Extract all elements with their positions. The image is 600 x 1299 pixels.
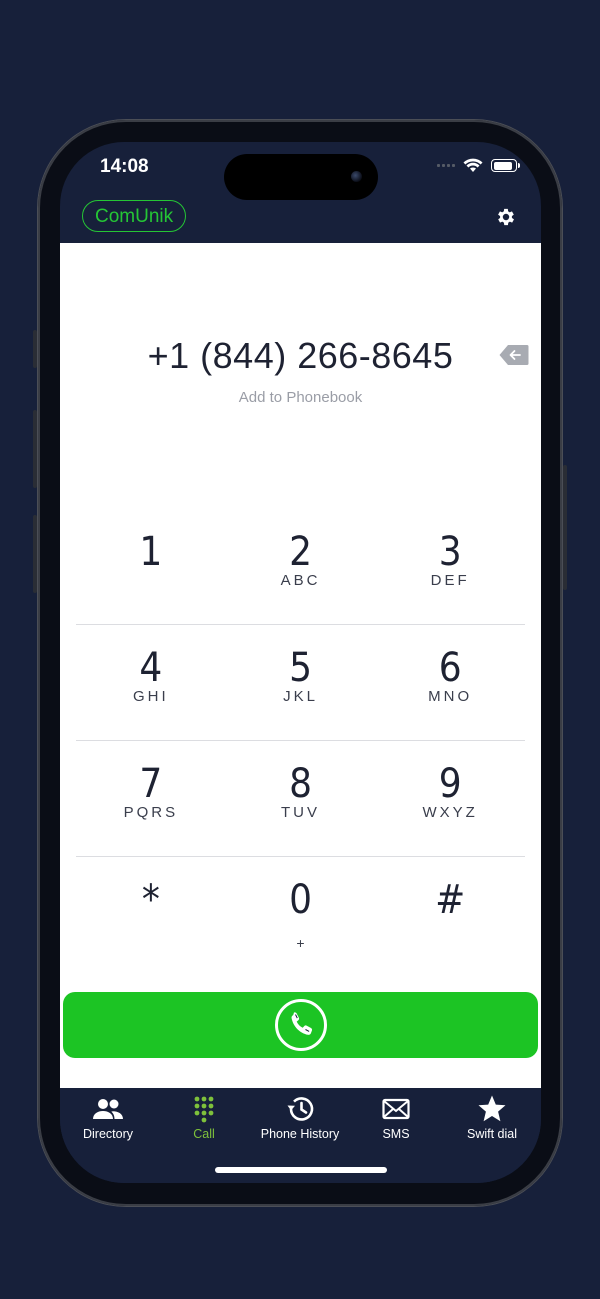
tab-label: Phone History: [260, 1127, 340, 1141]
key-8[interactable]: 8 TUV: [226, 741, 376, 856]
key-letters: WXYZ: [422, 804, 478, 821]
battery-icon: [491, 159, 520, 172]
key-9[interactable]: 9 WXYZ: [375, 741, 525, 856]
backspace-icon[interactable]: [499, 344, 529, 366]
key-letters: PQRS: [123, 804, 179, 821]
dynamic-island: [224, 154, 378, 200]
key-letters: TUV: [281, 804, 320, 821]
status-indicators: [437, 158, 520, 173]
key-digit: 9: [438, 761, 462, 807]
phone-icon: [275, 999, 327, 1051]
call-button[interactable]: [63, 992, 538, 1058]
power-button: [563, 465, 567, 590]
key-letters: DEF: [430, 572, 470, 589]
key-digit: #: [435, 877, 466, 923]
key-3[interactable]: 3 DEF: [375, 509, 525, 624]
star-icon: [478, 1095, 506, 1122]
tab-label: Swift dial: [466, 1127, 518, 1141]
brand-logo: ComUnik: [82, 200, 187, 232]
key-letters: GHI: [133, 688, 169, 705]
keypad-row: * 0 + #: [76, 857, 525, 972]
key-digit: 0: [289, 877, 312, 923]
key-digit: 4: [139, 645, 163, 691]
tab-call[interactable]: Call: [156, 1094, 252, 1141]
key-4[interactable]: 4 GHI: [76, 625, 226, 740]
tab-directory[interactable]: Directory: [60, 1094, 156, 1141]
add-to-phonebook-link[interactable]: Add to Phonebook: [60, 389, 541, 406]
volume-down-button: [33, 515, 37, 593]
volume-up-button: [33, 410, 37, 488]
tab-sms[interactable]: SMS: [348, 1094, 444, 1141]
screen: 14:08 ComUnik +1 (844) 266-8645 Add to P…: [60, 142, 541, 1183]
key-digit: 3: [438, 529, 462, 575]
keypad-icon: [194, 1096, 214, 1123]
key-6[interactable]: 6 MNO: [375, 625, 525, 740]
key-7[interactable]: 7 PQRS: [76, 741, 226, 856]
history-icon: [287, 1097, 314, 1121]
key-digit: 6: [438, 645, 462, 691]
tab-label: SMS: [382, 1127, 410, 1141]
key-letters: MNO: [428, 688, 473, 705]
key-letters: +: [296, 935, 305, 951]
camera-icon: [351, 171, 362, 182]
key-digit: *: [141, 877, 160, 923]
dialer-panel: +1 (844) 266-8645 Add to Phonebook 1 2 AB…: [60, 243, 541, 1088]
key-digit: 5: [289, 645, 312, 691]
status-time: 14:08: [100, 156, 149, 177]
key-5[interactable]: 5 JKL: [226, 625, 376, 740]
cellular-signal-icon: [437, 164, 455, 167]
keypad: 1 2 ABC 3 DEF 4 GHI 5 JKL 6 MNO 7 PQRS 8 TUV 9W…: [76, 509, 525, 972]
tab-swift-dial[interactable]: Swift dial: [444, 1094, 540, 1141]
keypad-row: 7 PQRS 8 TUV 9 WXYZ: [76, 741, 525, 857]
key-digit: 1: [139, 529, 163, 575]
key-star[interactable]: *: [76, 857, 226, 972]
key-digit: 7: [139, 761, 163, 807]
keypad-row: 4 GHI 5 JKL 6 MNO: [76, 625, 525, 741]
key-2[interactable]: 2 ABC: [226, 509, 376, 624]
wifi-icon: [463, 158, 483, 172]
silent-switch: [33, 330, 37, 368]
home-indicator[interactable]: [215, 1167, 387, 1173]
key-0[interactable]: 0 +: [226, 857, 376, 972]
key-letters: ABC: [280, 572, 321, 589]
people-icon: [93, 1099, 123, 1119]
key-1[interactable]: 1: [76, 509, 226, 624]
key-hash[interactable]: #: [375, 857, 525, 972]
tab-phone-history[interactable]: Phone History: [252, 1094, 348, 1141]
key-digit: 8: [289, 761, 312, 807]
gear-icon[interactable]: [495, 206, 517, 228]
key-digit: 2: [289, 529, 312, 575]
tab-label: Directory: [82, 1127, 133, 1141]
dialed-number[interactable]: +1 (844) 266-8645: [60, 335, 541, 377]
keypad-row: 1 2 ABC 3 DEF: [76, 509, 525, 625]
key-letters: JKL: [283, 688, 318, 705]
tab-label: Call: [193, 1127, 215, 1141]
envelope-icon: [382, 1098, 410, 1120]
